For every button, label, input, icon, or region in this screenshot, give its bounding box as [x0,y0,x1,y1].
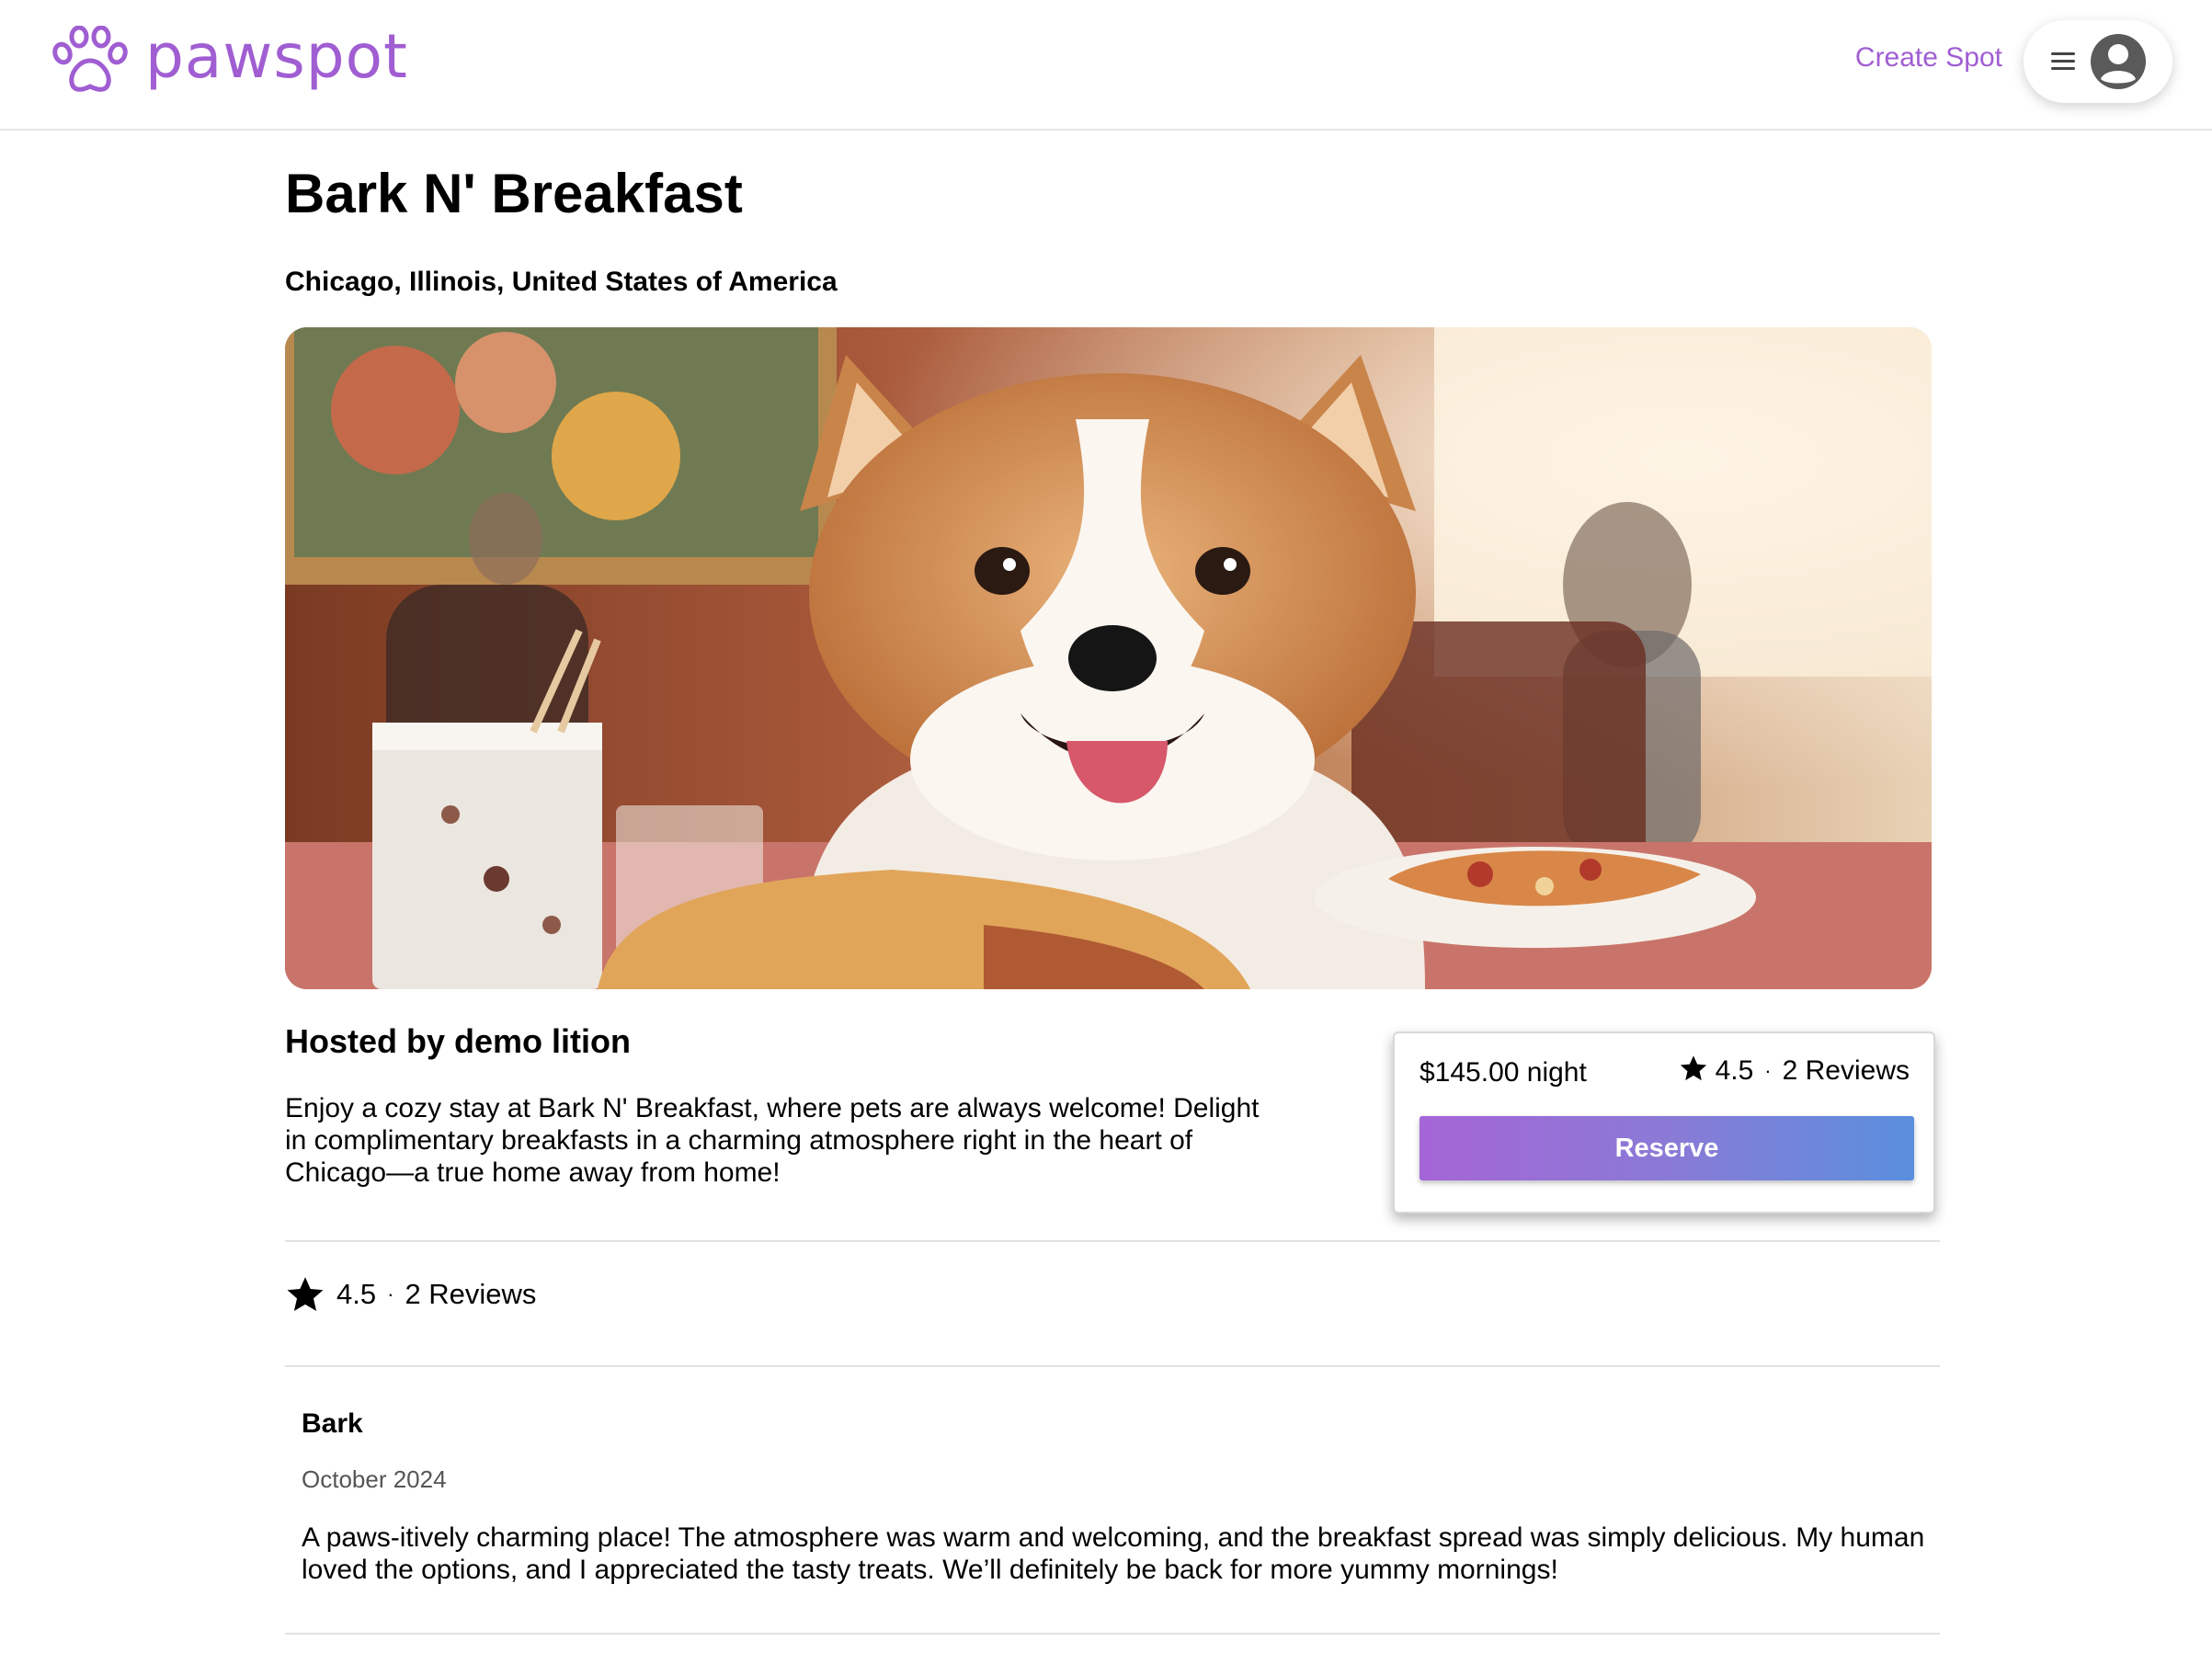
booking-rating: 4.5 · 2 Reviews [1679,1055,1910,1087]
star-icon [1680,1055,1706,1081]
spot-location: Chicago, Illinois, United States of Amer… [285,267,838,297]
hamburger-icon [2051,52,2075,71]
create-spot-link[interactable]: Create Spot [1855,42,2002,74]
home-logo-link[interactable]: pawspot [51,26,408,96]
summary-reviews-count: 2 Reviews [405,1278,537,1310]
paw-icon [52,26,128,92]
price-per-night: $145.00 night [1420,1057,1587,1088]
booking-rating-value: 4.5 [1715,1055,1754,1086]
review-item: Bark October 2024 A paws-itively charmin… [302,1408,1938,1586]
profile-menu-button[interactable] [2024,20,2172,103]
booking-reviews-count: 2 Reviews [1782,1055,1910,1086]
booking-rating-separator: · [1764,1059,1772,1082]
user-circle-icon [2091,34,2146,89]
reviewer-name: Bark [302,1408,363,1439]
summary-rating-separator: · [387,1282,394,1305]
spot-hero-image [285,327,1932,989]
section-divider [285,1633,1940,1635]
booking-card: $145.00 night 4.5 · 2 Reviews Reserve [1393,1031,1935,1214]
spot-description: Enjoy a cozy stay at Bark N' Breakfast, … [285,1093,1260,1188]
star-icon [287,1277,324,1311]
review-date: October 2024 [302,1465,447,1493]
spot-title: Bark N' Breakfast [285,163,743,224]
reviews-summary: 4.5 · 2 Reviews [285,1274,536,1315]
section-divider [285,1365,1940,1367]
reserve-button[interactable]: Reserve [1420,1116,1914,1180]
review-text: A paws-itively charming place! The atmos… [302,1522,1925,1585]
section-divider [285,1240,1940,1242]
host-name: Hosted by demo lition [285,1022,632,1060]
top-navbar: pawspot Create Spot [0,0,2212,131]
summary-rating-value: 4.5 [336,1278,377,1310]
brand-name: pawspot [145,21,408,92]
